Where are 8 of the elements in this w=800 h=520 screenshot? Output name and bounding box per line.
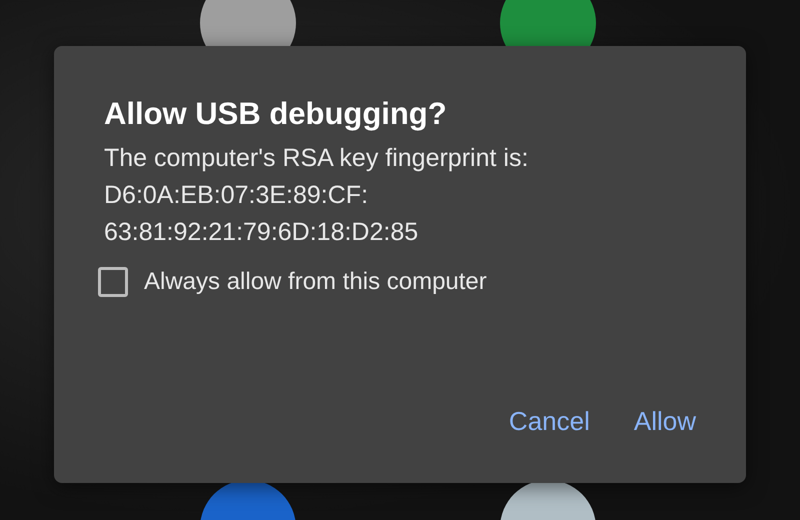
dialog-button[interactable]: Allow	[626, 400, 704, 443]
dialog-button[interactable]: Cancel	[500, 400, 598, 443]
fingerprint-text: 63:81:92:21:79:6D:18:D2:85	[104, 217, 420, 248]
dialog-title: Allow USB debugging?	[104, 95, 448, 133]
checkbox[interactable]	[98, 267, 128, 297]
fingerprint-text: D6:0A:EB:07:3E:89:CF:	[104, 180, 370, 211]
message-text: The computer's RSA key fingerprint is:	[104, 143, 530, 174]
checkbox-label[interactable]: Always allow from this computer	[144, 268, 487, 296]
